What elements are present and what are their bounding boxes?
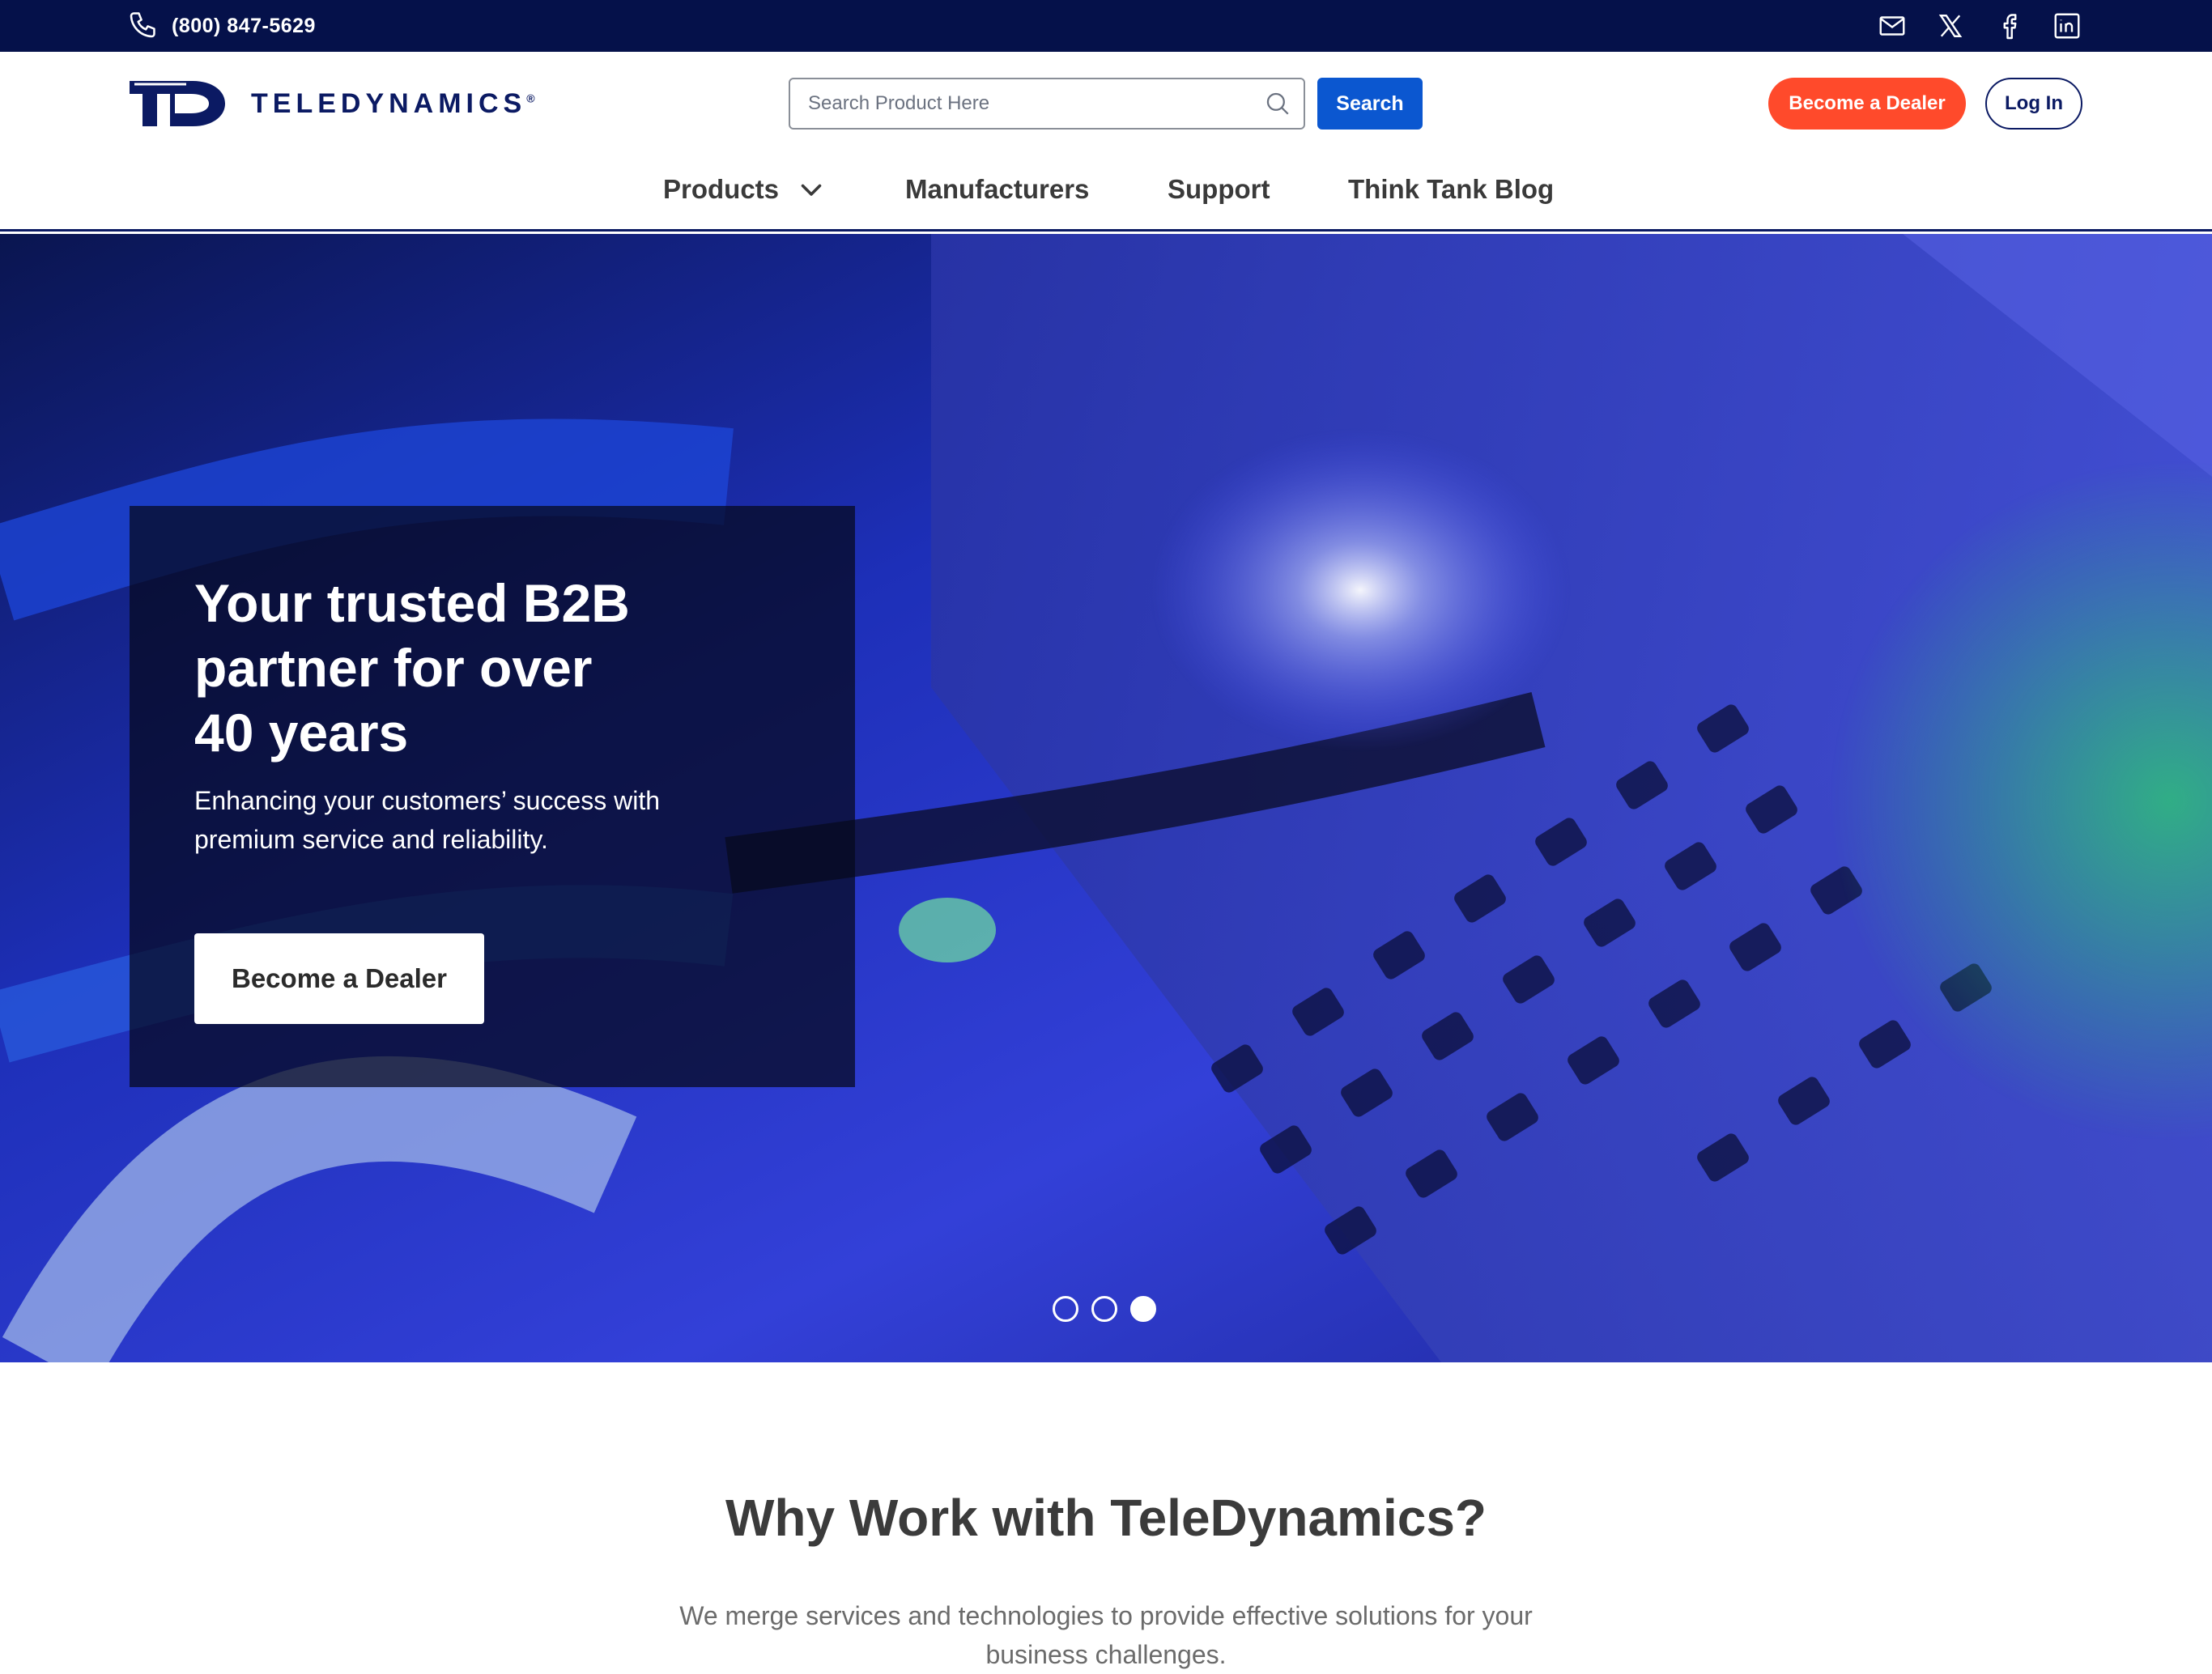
phone-number[interactable]: (800) 847-5629: [172, 15, 316, 38]
site-header: TELEDYNAMICS® Search Become a Dealer Log…: [0, 52, 2212, 232]
why-section-title: Why Work with TeleDynamics?: [725, 1489, 1487, 1547]
top-utility-bar: (800) 847-5629: [0, 0, 2212, 52]
nav-item-products[interactable]: Products: [663, 165, 826, 214]
hero-title: Your trusted B2B partner for over 40 yea…: [194, 571, 761, 765]
mail-icon[interactable]: [1877, 11, 1908, 40]
become-dealer-button-hero[interactable]: Become a Dealer: [194, 933, 484, 1024]
why-section-subtitle: We merge services and technologies to pr…: [679, 1601, 1533, 1669]
carousel-dot-1[interactable]: [1053, 1296, 1078, 1322]
hero-subtitle-line: Enhancing your customers’ success with: [194, 786, 661, 815]
search-input[interactable]: [790, 79, 1252, 128]
linkedin-icon[interactable]: [2052, 11, 2082, 40]
search-button[interactable]: Search: [1317, 78, 1423, 130]
hero-title-line: 40 years: [194, 703, 409, 763]
hero-title-line: partner for over: [194, 638, 593, 698]
search-icon[interactable]: [1252, 79, 1304, 128]
phone-contact[interactable]: (800) 847-5629: [128, 11, 316, 41]
chevron-down-icon: [801, 184, 822, 196]
login-button[interactable]: Log In: [1985, 78, 2082, 130]
registered-mark: ®: [526, 91, 535, 105]
nav-item-manufacturers[interactable]: Manufacturers: [905, 165, 1089, 214]
facebook-icon[interactable]: [1993, 11, 2024, 40]
carousel-dot-2[interactable]: [1091, 1296, 1117, 1322]
hero-text-panel: Your trusted B2B partner for over 40 yea…: [130, 506, 855, 1087]
hero-carousel: Your trusted B2B partner for over 40 yea…: [0, 234, 2212, 1362]
teledynamics-logo[interactable]: TELEDYNAMICS®: [128, 79, 535, 128]
td-logo-icon: [130, 81, 225, 126]
nav-item-label: Manufacturers: [905, 174, 1090, 204]
nav-item-label: Support: [1168, 174, 1270, 204]
nav-item-label: Products: [663, 174, 780, 204]
main-navigation: Products Manufacturers Support Think Tan…: [0, 165, 2212, 214]
phone-icon: [128, 9, 159, 44]
become-dealer-button-header[interactable]: Become a Dealer: [1768, 78, 1966, 130]
hero-title-line: Your trusted B2B: [194, 573, 630, 633]
carousel-indicators: [1053, 1296, 1156, 1322]
social-links: [1877, 11, 2082, 40]
logo-wordmark: TELEDYNAMICS: [251, 87, 527, 119]
nav-item-label: Think Tank Blog: [1348, 174, 1555, 204]
nav-item-think-tank-blog[interactable]: Think Tank Blog: [1348, 165, 1554, 214]
search-box: [789, 78, 1305, 130]
nav-item-support[interactable]: Support: [1168, 165, 1270, 214]
x-icon[interactable]: [1935, 11, 1966, 40]
hero-subtitle: Enhancing your customers’ success with p…: [194, 781, 729, 859]
hero-subtitle-line: premium service and reliability.: [194, 825, 548, 854]
carousel-dot-3-active[interactable]: [1130, 1296, 1156, 1322]
